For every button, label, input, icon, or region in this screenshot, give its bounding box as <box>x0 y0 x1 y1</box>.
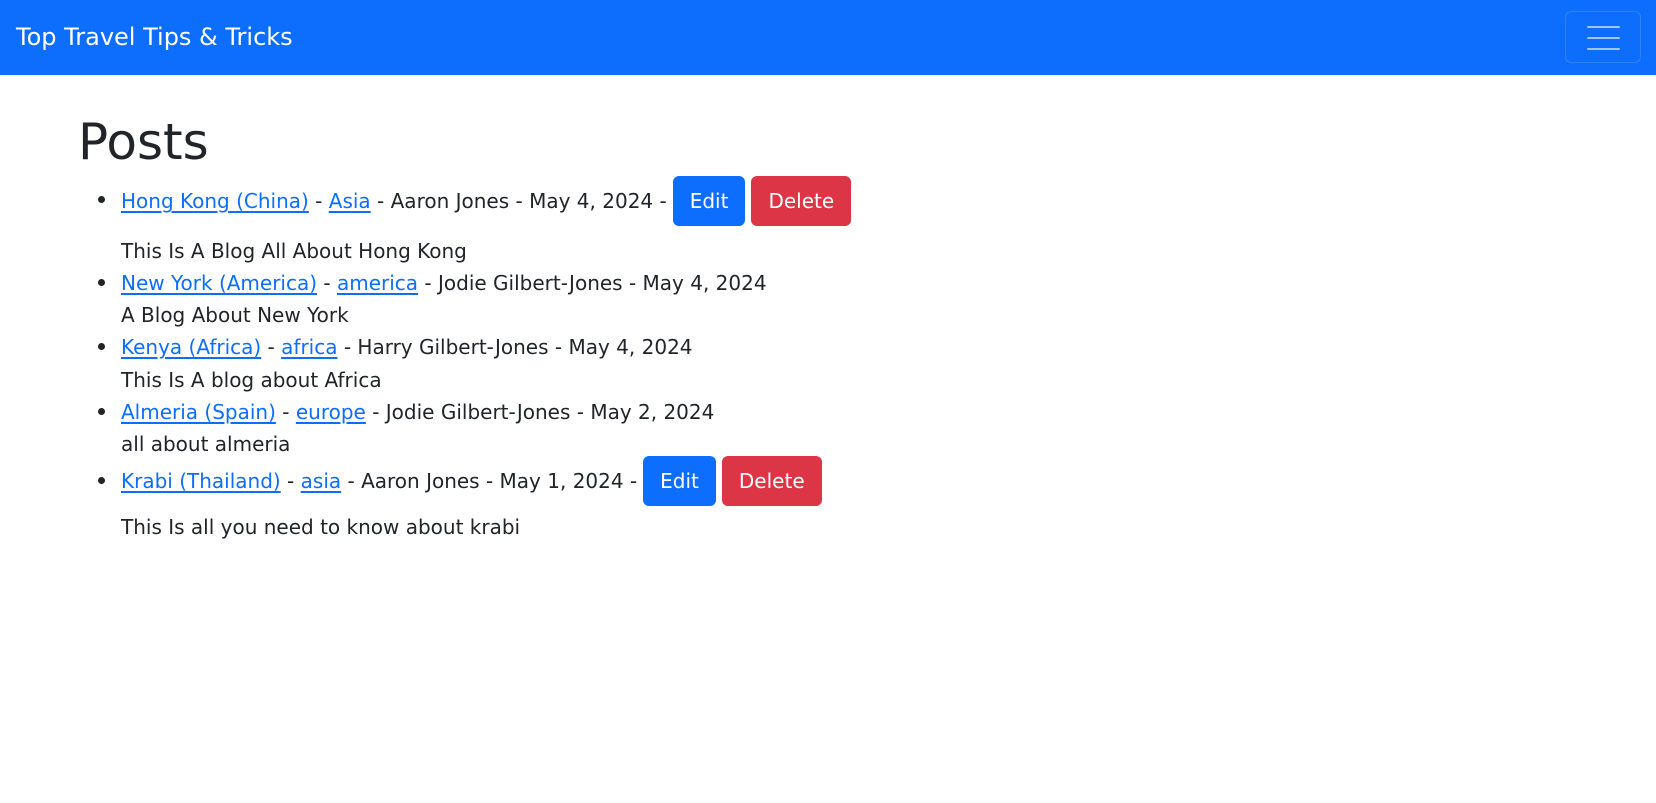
bullet-icon <box>98 477 105 484</box>
bullet-icon <box>98 343 105 350</box>
post-meta: Almeria (Spain) - europe - Jodie Gilbert… <box>121 399 715 425</box>
post-meta: Kenya (Africa) - africa - Harry Gilbert-… <box>121 334 693 360</box>
edit-button[interactable]: Edit <box>672 176 746 226</box>
post-category-link[interactable]: Asia <box>329 188 371 214</box>
post-description: This Is A blog about Africa <box>121 368 382 392</box>
post-date: May 4, 2024 <box>642 271 767 295</box>
post-author: Jodie Gilbert-Jones <box>438 271 623 295</box>
post-date: May 4, 2024 <box>529 189 654 213</box>
post-category-link[interactable]: asia <box>301 468 342 494</box>
post-author: Aaron Jones <box>361 469 480 493</box>
navbar-brand[interactable]: Top Travel Tips & Tricks <box>16 22 293 52</box>
post-title-link[interactable]: Hong Kong (China) <box>121 188 309 214</box>
post-description: all about almeria <box>121 432 291 456</box>
post-title-link[interactable]: Almeria (Spain) <box>121 399 276 425</box>
post-category-link[interactable]: america <box>337 270 418 296</box>
bullet-icon <box>98 408 105 415</box>
bullet-icon <box>98 279 105 286</box>
post-actions: Edit Delete <box>672 176 852 226</box>
post-author: Aaron Jones <box>390 189 510 213</box>
navbar: Top Travel Tips & Tricks <box>0 0 1656 75</box>
post-actions: Edit Delete <box>643 456 822 506</box>
post-title-link[interactable]: Kenya (Africa) <box>121 334 261 360</box>
post-title-link[interactable]: New York (America) <box>121 270 317 296</box>
post-meta: Krabi (Thailand) - asia - Aaron Jones - … <box>121 456 822 506</box>
post-title-link[interactable]: Krabi (Thailand) <box>121 468 281 494</box>
post-author: Jodie Gilbert-Jones <box>385 400 571 424</box>
post-category-link[interactable]: africa <box>281 334 337 360</box>
edit-button[interactable]: Edit <box>643 456 716 506</box>
page-title: Posts <box>78 113 209 171</box>
post-meta: Hong Kong (China) - Asia - Aaron Jones -… <box>121 176 852 226</box>
post-date: May 4, 2024 <box>568 335 693 359</box>
delete-button[interactable]: Delete <box>751 176 852 226</box>
post-description: This Is A Blog All About Hong Kong <box>121 239 467 263</box>
bullet-icon <box>98 196 105 203</box>
post-meta: New York (America) - america - Jodie Gil… <box>121 270 767 296</box>
navbar-toggler-button[interactable] <box>1565 11 1641 63</box>
hamburger-menu-icon <box>1587 26 1620 28</box>
post-description: This Is all you need to know about krabi <box>121 515 521 539</box>
post-date: May 2, 2024 <box>590 400 715 424</box>
delete-button[interactable]: Delete <box>721 456 822 506</box>
post-date: May 1, 2024 <box>499 469 624 493</box>
post-description: A Blog About New York <box>121 303 349 327</box>
post-author: Harry Gilbert-Jones <box>357 335 549 359</box>
post-category-link[interactable]: europe <box>296 399 366 425</box>
